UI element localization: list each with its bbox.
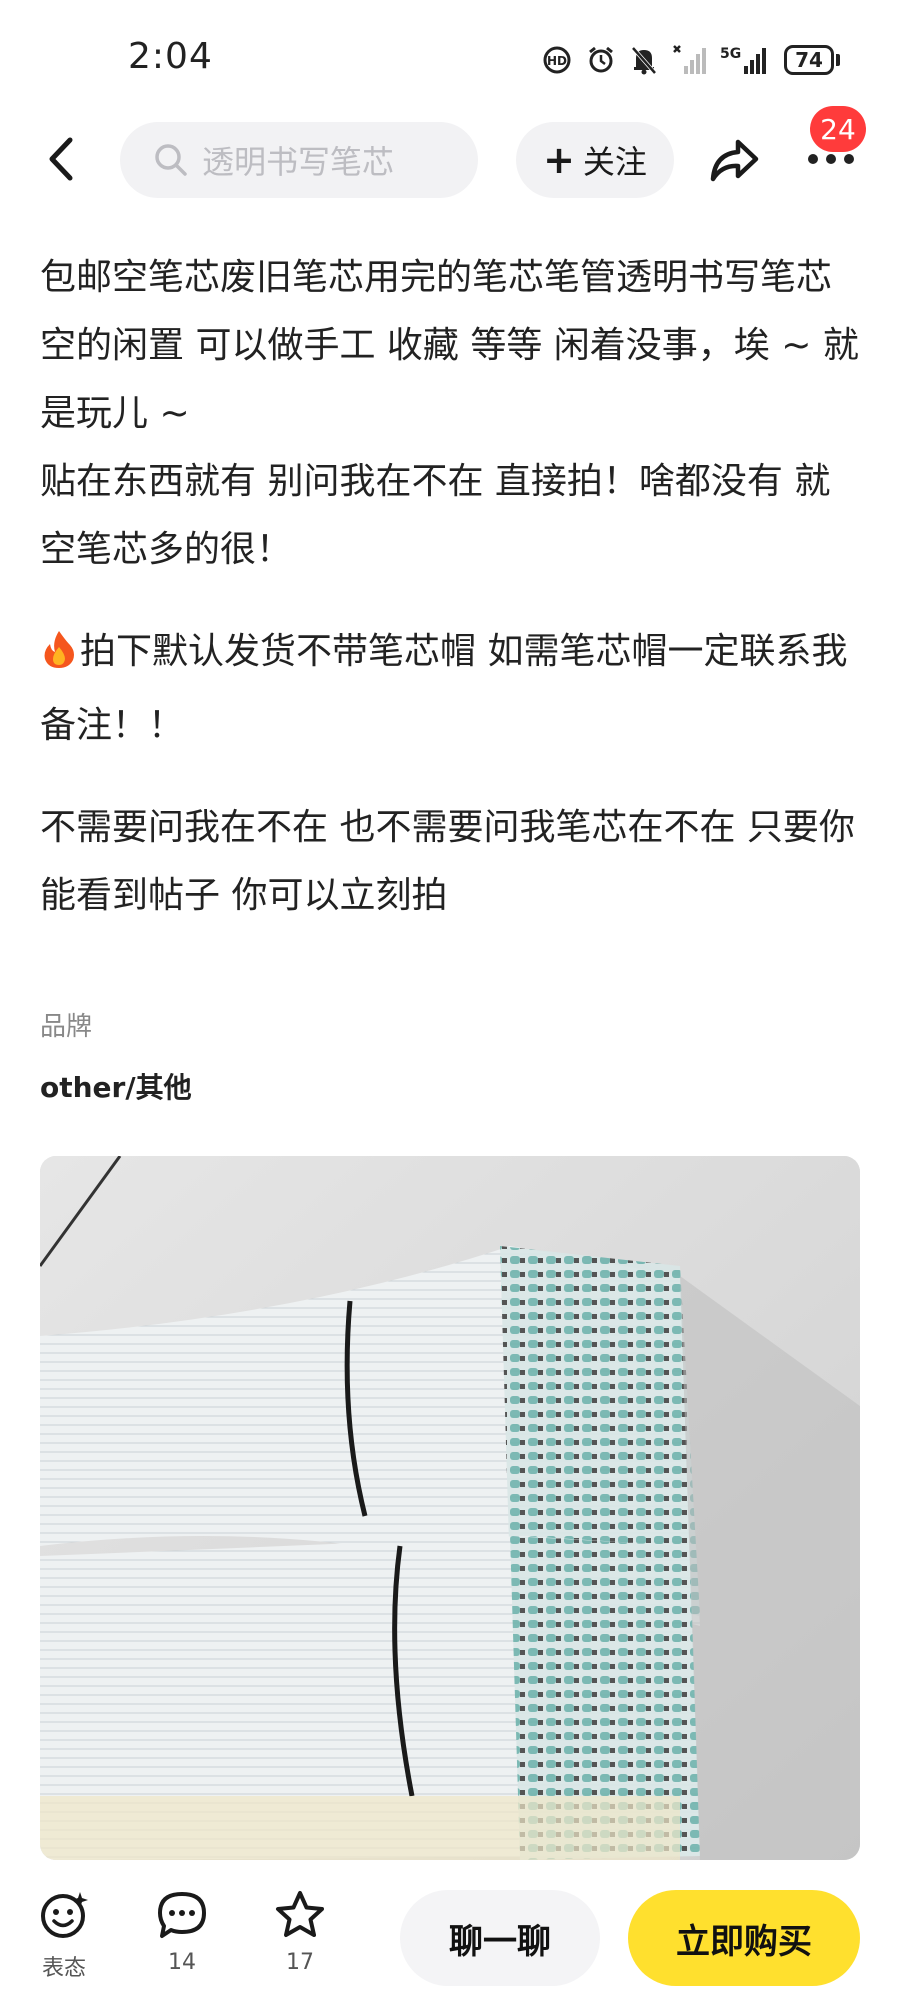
back-icon (49, 137, 73, 181)
hd-icon: HD (543, 46, 571, 74)
back-button[interactable] (38, 134, 88, 184)
network-icon: 5G (720, 46, 766, 74)
search-placeholder: 透明书写笔芯 (202, 143, 395, 181)
notification-badge: 24 (810, 106, 866, 152)
description-paragraph: 拍下默认发货不带笔芯帽 如需笔芯帽一定联系我备注！！ (40, 631, 848, 746)
follow-button[interactable]: + 关注 (516, 122, 674, 198)
mute-icon (631, 46, 657, 75)
signal-icon (673, 45, 706, 74)
follow-label: 关注 (582, 143, 647, 181)
search-input[interactable]: 透明书写笔芯 (120, 122, 478, 198)
plus-icon: + (543, 138, 575, 182)
brand-value: other/其他 (40, 1071, 192, 1104)
svg-text:5G: 5G (720, 46, 741, 62)
description-paragraph: 不需要问我在不在 也不需要问我笔芯在不在 只要你能看到帖子 你可以立刻拍 (40, 807, 855, 916)
alarm-icon (589, 46, 613, 73)
buy-now-button[interactable]: 立即购买 (628, 1890, 860, 1986)
chat-button[interactable]: 聊一聊 (400, 1890, 600, 1986)
status-icons: HD 5G 74 (542, 40, 840, 80)
description-notice: 拍下默认发货不带笔芯帽 如需笔芯帽一定联系我备注！！ (40, 618, 860, 760)
product-description: 包邮空笔芯废旧笔芯用完的笔芯笔管透明书写笔芯空的闲置 可以做手工 收藏 等等 闲… (40, 244, 860, 930)
share-icon (710, 139, 759, 182)
pen-refills-photo (40, 1156, 860, 1860)
react-label: 表态 (41, 1956, 86, 1981)
more-icon (808, 154, 864, 164)
description-paragraph: 贴在东西就有 别问我在不在 直接拍！啥都没有 就空笔芯多的很！ (40, 461, 831, 570)
comment-icon (158, 1892, 206, 1938)
comment-button[interactable]: 14 (142, 1890, 222, 1975)
star-icon (276, 1891, 324, 1937)
react-button[interactable]: 表态 (24, 1890, 104, 1982)
svg-text:HD: HD (547, 54, 567, 68)
battery-icon: 74 (784, 45, 840, 75)
search-icon (155, 144, 187, 176)
battery-level: 74 (784, 45, 834, 75)
top-nav: 透明书写笔芯 + 关注 (0, 120, 900, 200)
favorite-button[interactable]: 17 (260, 1890, 340, 1975)
share-button[interactable] (706, 132, 762, 188)
product-photo[interactable] (40, 1156, 860, 1860)
fire-icon (40, 624, 78, 692)
favorite-count: 17 (286, 1950, 314, 1975)
brand-label: 品牌 (40, 1012, 93, 1042)
bottom-action-bar: 表态 14 17 聊一聊 立即购买 (0, 1860, 900, 2000)
description-paragraph: 包邮空笔芯废旧笔芯用完的笔芯笔管透明书写笔芯空的闲置 可以做手工 收藏 等等 闲… (40, 257, 859, 434)
emoji-react-icon (41, 1892, 88, 1938)
status-bar: 2:04 HD 5G 74 (0, 0, 900, 120)
comment-count: 14 (168, 1950, 196, 1975)
status-time: 2:04 (128, 36, 213, 77)
